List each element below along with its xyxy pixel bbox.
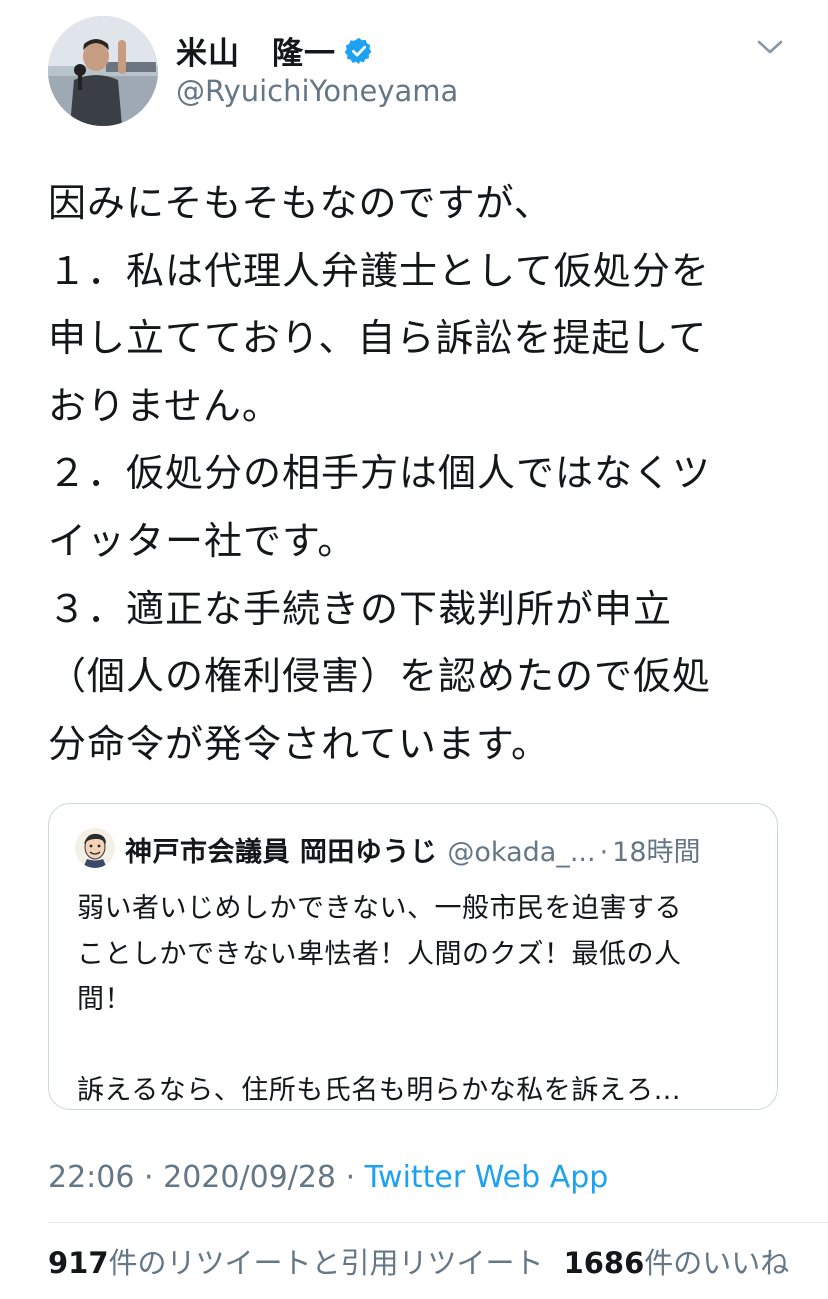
tweet-line: （個人の権利侵害）を認めたので仮処 bbox=[48, 654, 712, 699]
quoted-line: 間！ bbox=[77, 984, 132, 1015]
tweet-stats: 917件のリツイートと引用リツイート 1686件のいいね bbox=[48, 1240, 789, 1282]
tweet-date[interactable]: 2020/09/28 bbox=[163, 1160, 336, 1195]
quoted-tweet-text: 弱い者いじめしかできない、一般市民を迫害する ことしかできない卑怯者！人間のクズ… bbox=[77, 886, 757, 1114]
author-handle[interactable]: @RyuichiYoneyama bbox=[176, 74, 458, 108]
tweet-text: 因みにそもそもなのですが、 １．私は代理人弁護士として仮処分を 申し立てており、… bbox=[48, 170, 788, 778]
author-avatar[interactable] bbox=[48, 16, 158, 126]
quoted-avatar-illustration bbox=[75, 828, 115, 868]
retweets-label: 件のリツイートと引用リツイート bbox=[108, 1246, 544, 1280]
likes-stat[interactable]: 1686件のいいね bbox=[564, 1246, 790, 1280]
meta-separator: · bbox=[345, 1160, 356, 1195]
tweet-source-link[interactable]: Twitter Web App bbox=[365, 1160, 609, 1195]
quoted-author-name[interactable]: 神戸市会議員 岡田ゆうじ bbox=[125, 830, 437, 869]
tweet-line: 分命令が発令されています。 bbox=[48, 721, 551, 766]
retweets-stat[interactable]: 917件のリツイートと引用リツイート bbox=[48, 1246, 544, 1280]
quoted-author-avatar bbox=[75, 828, 115, 868]
tweet-line: ３．適正な手続きの下裁判所が申立 bbox=[48, 586, 673, 631]
quoted-separator: · bbox=[599, 837, 609, 868]
quoted-line: 弱い者いじめしかできない、一般市民を迫害する bbox=[77, 893, 682, 924]
quoted-line bbox=[77, 1023, 757, 1069]
tweet-line: おりません。 bbox=[48, 383, 281, 428]
quoted-line: 訴えるなら、住所も氏名も明らかな私を訴えろ... bbox=[77, 1075, 681, 1106]
likes-label: 件のいいね bbox=[644, 1246, 790, 1280]
tweet-line: イッター社です。 bbox=[48, 518, 357, 563]
chevron-down-icon[interactable] bbox=[756, 38, 784, 58]
quoted-tweet-card[interactable]: 神戸市会議員 岡田ゆうじ @okada_... · 18時間 弱い者いじめしかで… bbox=[48, 803, 778, 1110]
tweet-time[interactable]: 22:06 bbox=[48, 1160, 134, 1195]
quoted-tweet-header: 神戸市会議員 岡田ゆうじ @okada_... · 18時間 bbox=[125, 830, 701, 869]
likes-count: 1686 bbox=[563, 1246, 645, 1280]
author-display-name[interactable]: 米山 隆一 bbox=[176, 28, 336, 73]
meta-separator: · bbox=[144, 1160, 154, 1195]
author-name-row: 米山 隆一 bbox=[176, 28, 374, 73]
tweet-line: 申し立てており、自ら訴訟を提起して bbox=[48, 316, 708, 361]
avatar-photo bbox=[48, 16, 158, 126]
tweet-line: １．私は代理人弁護士として仮処分を bbox=[48, 248, 710, 293]
verified-badge-icon bbox=[344, 37, 372, 64]
divider bbox=[48, 1222, 828, 1223]
tweet-line: ２．仮処分の相手方は個人ではなくツ bbox=[48, 451, 712, 496]
quoted-line: ことしかできない卑怯者！人間のクズ！最低の人 bbox=[77, 938, 682, 970]
retweets-count: 917 bbox=[48, 1246, 109, 1280]
tweet-line: 因みにそもそもなのですが、 bbox=[48, 181, 553, 225]
quoted-author-handle[interactable]: @okada_... bbox=[447, 837, 595, 868]
quoted-tweet-time[interactable]: 18時間 bbox=[612, 830, 700, 869]
tweet-meta: 22:06 · 2020/09/28 · Twitter Web App bbox=[48, 1160, 608, 1195]
